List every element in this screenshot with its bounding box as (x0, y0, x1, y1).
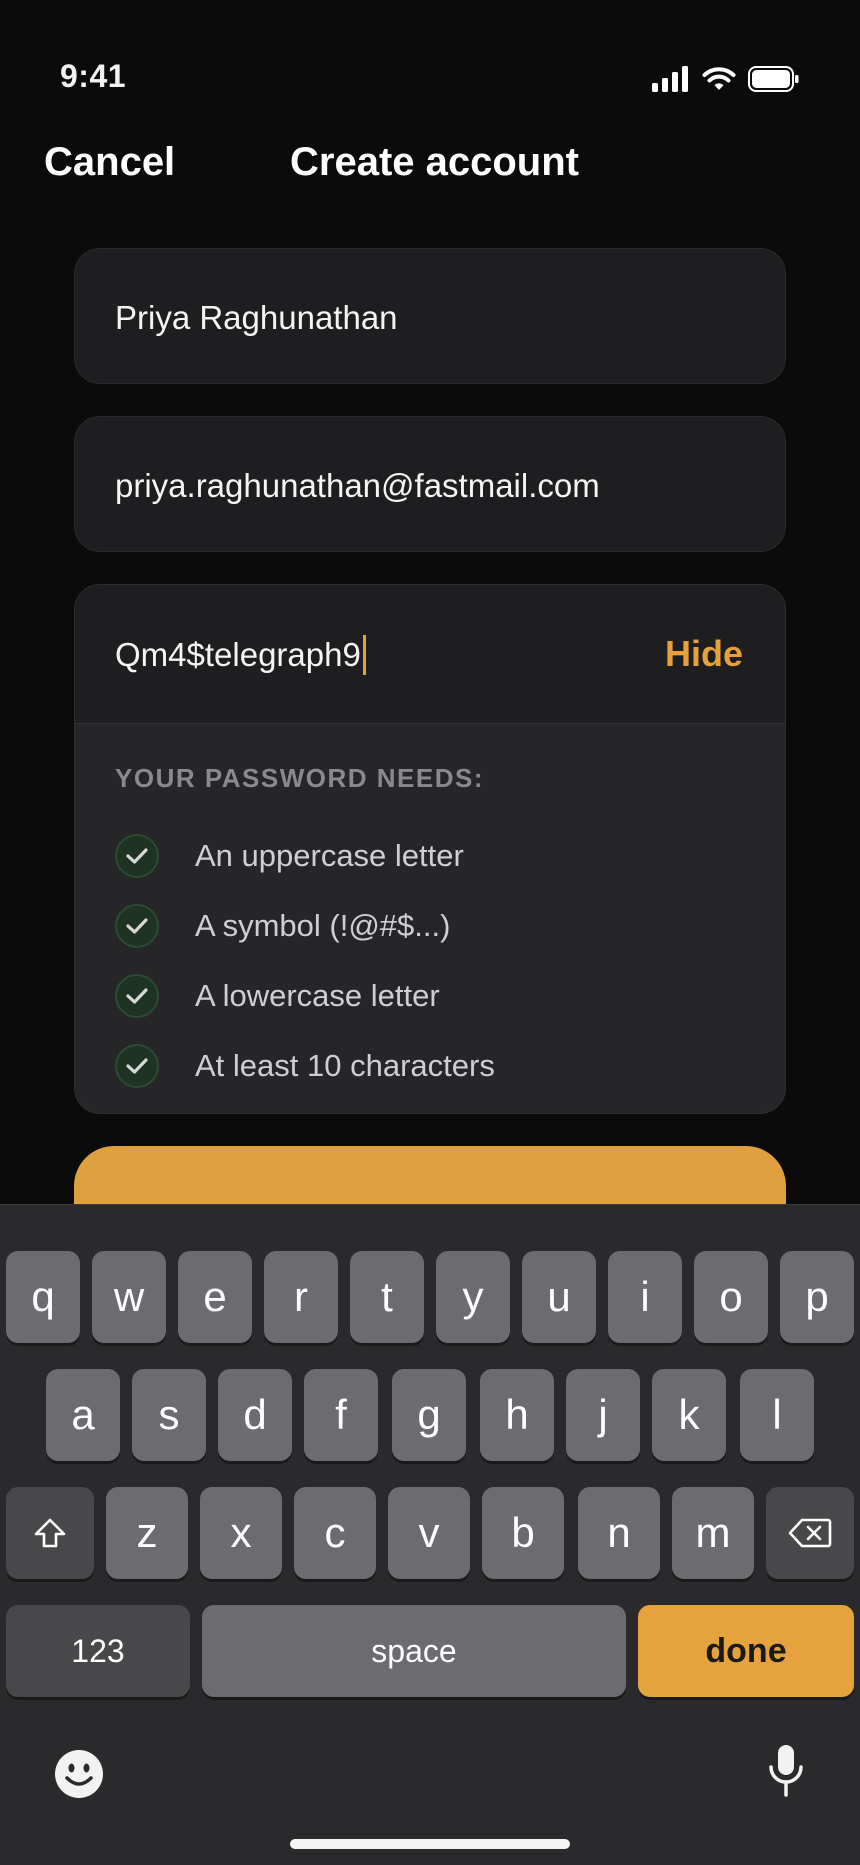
key-t[interactable]: t (350, 1251, 424, 1343)
shift-icon (34, 1518, 66, 1548)
password-field-value-wrap: Qm4$telegraph9 (115, 635, 366, 675)
key-b[interactable]: b (482, 1487, 564, 1579)
key-a[interactable]: a (46, 1369, 120, 1461)
status-bar: 9:41 (0, 0, 860, 110)
key-r[interactable]: r (264, 1251, 338, 1343)
requirement-label: At least 10 characters (195, 1048, 495, 1083)
requirement-item: A symbol (!@#$...) (115, 891, 495, 961)
key-n[interactable]: n (578, 1487, 660, 1579)
key-y[interactable]: y (436, 1251, 510, 1343)
microphone-icon (769, 1745, 803, 1797)
password-field-value: Qm4$telegraph9 (115, 636, 361, 673)
key-s[interactable]: s (132, 1369, 206, 1461)
delete-key[interactable] (766, 1487, 854, 1579)
page-title: Create account (290, 140, 579, 184)
numbers-key[interactable]: 123 (6, 1605, 190, 1697)
hide-password-button[interactable]: Hide (665, 633, 743, 675)
home-indicator[interactable] (290, 1839, 570, 1849)
status-time: 9:41 (60, 58, 127, 94)
battery-icon (748, 66, 799, 92)
keyboard: q w e r t y u i o p a s d f g h j k l z … (0, 1204, 860, 1865)
done-key[interactable]: done (638, 1605, 854, 1697)
shift-key[interactable] (6, 1487, 94, 1579)
requirement-item: A lowercase letter (115, 961, 495, 1031)
key-z[interactable]: z (106, 1487, 188, 1579)
key-x[interactable]: x (200, 1487, 282, 1579)
key-m[interactable]: m (672, 1487, 754, 1579)
checkmark-icon (115, 1044, 159, 1088)
password-card: Qm4$telegraph9 Hide YOUR PASSWORD NEEDS:… (74, 584, 786, 1114)
emoji-button[interactable] (54, 1749, 104, 1804)
requirements-title: YOUR PASSWORD NEEDS: (115, 763, 484, 793)
key-q[interactable]: q (6, 1251, 80, 1343)
microphone-button[interactable] (766, 1743, 806, 1804)
key-o[interactable]: o (694, 1251, 768, 1343)
key-f[interactable]: f (304, 1369, 378, 1461)
text-caret (362, 635, 366, 675)
requirement-item: At least 10 characters (115, 1031, 495, 1101)
key-i[interactable]: i (608, 1251, 682, 1343)
key-l[interactable]: l (740, 1369, 814, 1461)
key-w[interactable]: w (92, 1251, 166, 1343)
requirement-item: An uppercase letter (115, 821, 495, 891)
key-c[interactable]: c (294, 1487, 376, 1579)
key-v[interactable]: v (388, 1487, 470, 1579)
key-h[interactable]: h (480, 1369, 554, 1461)
space-key[interactable]: space (202, 1605, 626, 1697)
checkmark-icon (115, 904, 159, 948)
wifi-icon (702, 67, 736, 90)
email-field-value: priya.raghunathan@fastmail.com (115, 467, 600, 504)
requirements-list: An uppercase letter A symbol (!@#$...) A… (115, 821, 495, 1101)
name-field[interactable]: Priya Raghunathan (74, 248, 786, 384)
key-e[interactable]: e (178, 1251, 252, 1343)
cancel-button[interactable]: Cancel (44, 140, 175, 185)
status-icons (652, 66, 800, 92)
nav-bar: Cancel Create account (0, 130, 860, 210)
key-u[interactable]: u (522, 1251, 596, 1343)
requirement-label: An uppercase letter (195, 838, 464, 873)
requirement-label: A lowercase letter (195, 978, 440, 1013)
password-field[interactable]: Qm4$telegraph9 Hide (75, 585, 785, 724)
key-p[interactable]: p (780, 1251, 854, 1343)
delete-icon (788, 1518, 832, 1548)
key-d[interactable]: d (218, 1369, 292, 1461)
checkmark-icon (115, 974, 159, 1018)
key-j[interactable]: j (566, 1369, 640, 1461)
cellular-signal-icon (652, 66, 688, 92)
name-field-value: Priya Raghunathan (115, 299, 398, 336)
emoji-icon (55, 1750, 103, 1798)
key-k[interactable]: k (652, 1369, 726, 1461)
key-g[interactable]: g (392, 1369, 466, 1461)
checkmark-icon (115, 834, 159, 878)
email-field[interactable]: priya.raghunathan@fastmail.com (74, 416, 786, 552)
requirement-label: A symbol (!@#$...) (195, 908, 451, 943)
